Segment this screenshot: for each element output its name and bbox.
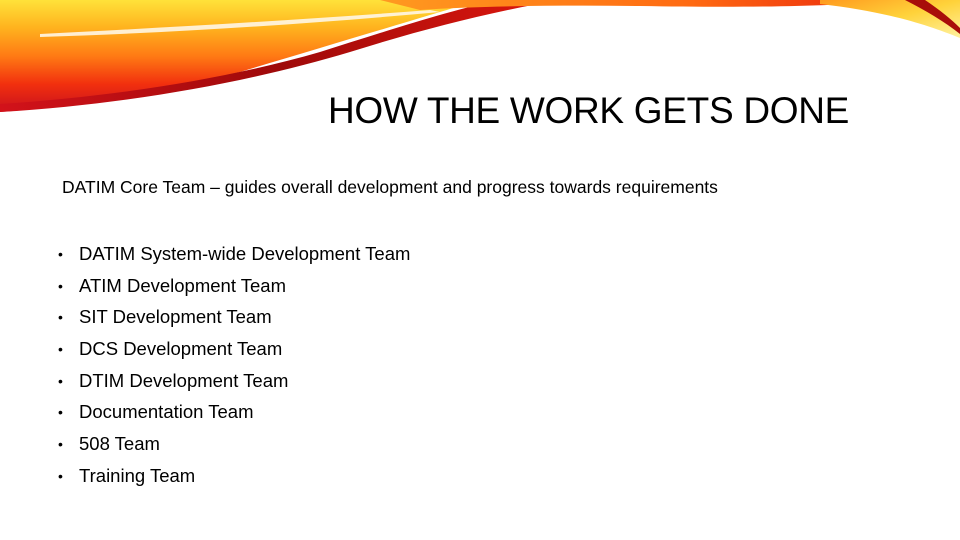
team-bullet-list: • DATIM System-wide Development Team • A…: [58, 238, 410, 492]
bullet-icon: •: [58, 309, 63, 326]
bullet-icon: •: [58, 340, 63, 357]
list-item-label: Documentation Team: [79, 401, 254, 423]
slide-title: HOW THE WORK GETS DONE: [328, 90, 850, 131]
bullet-icon: •: [58, 404, 63, 421]
slide: HOW THE WORK GETS DONE DATIM Core Team –…: [0, 0, 960, 540]
list-item-label: DCS Development Team: [79, 337, 283, 359]
bullet-icon: •: [58, 277, 63, 294]
list-item-label: ATIM Development Team: [79, 274, 287, 296]
list-item: • Training Team: [58, 460, 410, 492]
bullet-icon: •: [58, 467, 63, 484]
list-item: • Documentation Team: [58, 396, 410, 428]
list-item: • ATIM Development Team: [58, 270, 410, 302]
list-item-label: SIT Development Team: [79, 306, 272, 328]
list-item: • DATIM System-wide Development Team: [58, 238, 410, 270]
list-item: • DTIM Development Team: [58, 365, 410, 397]
list-item-label: Training Team: [79, 464, 196, 486]
list-item-label: DATIM System-wide Development Team: [79, 242, 411, 264]
bullet-icon: •: [58, 245, 63, 262]
bullet-icon: •: [58, 372, 63, 389]
list-item-label: DTIM Development Team: [79, 369, 289, 391]
list-item: • SIT Development Team: [58, 301, 410, 333]
slide-subheading: DATIM Core Team – guides overall develop…: [62, 177, 718, 197]
list-item: • DCS Development Team: [58, 333, 410, 365]
list-item-label: 508 Team: [79, 432, 160, 454]
list-item: • 508 Team: [58, 428, 410, 460]
bullet-icon: •: [58, 435, 63, 452]
